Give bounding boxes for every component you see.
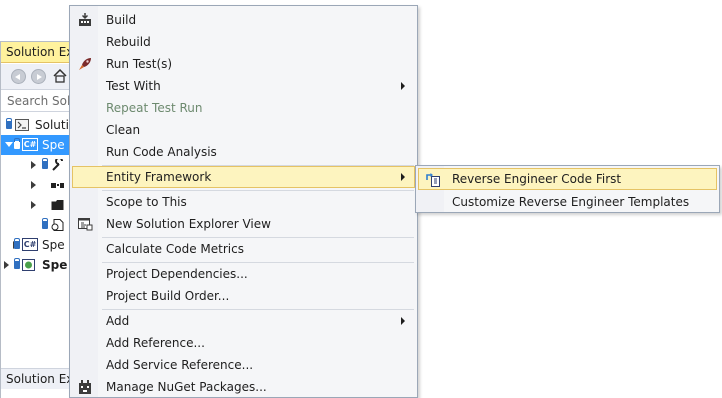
menu-item-run-tests[interactable]: Run Test(s) bbox=[72, 53, 415, 75]
menu-item-new-solution-explorer-view[interactable]: New Solution Explorer View bbox=[72, 213, 415, 235]
wrench-icon bbox=[52, 159, 63, 171]
expand-arrow-icon[interactable] bbox=[31, 161, 36, 169]
solution-explorer-tab[interactable]: Solution Exp bbox=[1, 368, 74, 389]
menu-item-add[interactable]: Add bbox=[72, 310, 415, 332]
lock-icon bbox=[14, 138, 20, 149]
lock-icon bbox=[14, 258, 20, 269]
menu-item-label: Add Reference... bbox=[106, 336, 205, 350]
menu-item-label: Reverse Engineer Code First bbox=[452, 172, 622, 186]
expand-arrow-icon[interactable] bbox=[4, 261, 9, 269]
lock-icon bbox=[6, 118, 12, 129]
menu-item-build[interactable]: Build bbox=[72, 9, 415, 31]
collapse-arrow-icon[interactable] bbox=[5, 142, 13, 147]
nuget-icon bbox=[79, 380, 91, 394]
menu-item-rebuild[interactable]: Rebuild bbox=[72, 31, 415, 53]
tree-row-project[interactable]: C# Spe bbox=[1, 235, 74, 255]
menu-item-label: Test With bbox=[106, 79, 161, 93]
menu-item-calculate-code-metrics[interactable]: Calculate Code Metrics bbox=[72, 238, 415, 260]
back-icon[interactable] bbox=[11, 69, 26, 84]
menu-item-test-with[interactable]: Test With bbox=[72, 75, 415, 97]
menu-item-label: Scope to This bbox=[106, 195, 187, 209]
config-file-icon bbox=[51, 219, 64, 231]
menu-item-add-reference[interactable]: Add Reference... bbox=[72, 332, 415, 354]
tree-row-label: Spe bbox=[42, 138, 65, 152]
menu-item-add-service-reference[interactable]: Add Service Reference... bbox=[72, 354, 415, 376]
menu-item-run-code-analysis[interactable]: Run Code Analysis bbox=[72, 141, 415, 163]
menu-item-label: Rebuild bbox=[106, 35, 151, 49]
tree-row-project-selected[interactable]: C# Spe bbox=[1, 135, 74, 155]
lock-icon bbox=[42, 158, 48, 169]
expand-arrow-icon[interactable] bbox=[31, 201, 36, 209]
csharp-project-icon: C# bbox=[22, 138, 38, 151]
submenu-arrow-icon bbox=[401, 82, 405, 90]
build-icon bbox=[79, 13, 91, 26]
solution-explorer-title[interactable]: Solution Exp bbox=[1, 42, 74, 63]
folder-icon bbox=[51, 200, 64, 210]
lock-icon bbox=[14, 238, 20, 249]
tree-row-web-project[interactable]: Spe bbox=[1, 255, 74, 275]
entity-framework-submenu: Reverse Engineer Code First Customize Re… bbox=[415, 165, 720, 213]
menu-item-manage-nuget-packages[interactable]: Manage NuGet Packages... bbox=[72, 376, 415, 398]
csharp-project-icon: C# bbox=[22, 238, 38, 251]
forward-icon[interactable] bbox=[31, 69, 46, 84]
rocket-icon bbox=[79, 58, 91, 70]
menu-item-customize-reverse-engineer-templates[interactable]: Customize Reverse Engineer Templates bbox=[418, 191, 717, 213]
tree-row-references[interactable] bbox=[1, 175, 74, 195]
menu-item-label: Customize Reverse Engineer Templates bbox=[452, 195, 690, 209]
context-menu: Build Rebuild Run Test(s) Test With Repe… bbox=[69, 5, 418, 398]
menu-item-label: Calculate Code Metrics bbox=[106, 242, 244, 256]
submenu-arrow-icon bbox=[401, 317, 405, 325]
menu-item-project-dependencies[interactable]: Project Dependencies... bbox=[72, 263, 415, 285]
menu-item-label: Repeat Test Run bbox=[106, 101, 203, 115]
solution-explorer-search-input[interactable]: Search Solu bbox=[1, 90, 74, 112]
tree-row-properties[interactable] bbox=[1, 155, 74, 175]
menu-item-label: Run Test(s) bbox=[106, 57, 173, 71]
menu-item-clean[interactable]: Clean bbox=[72, 119, 415, 141]
tree-row-config-file[interactable] bbox=[1, 215, 74, 235]
menu-item-entity-framework[interactable]: Entity Framework bbox=[72, 166, 415, 188]
menu-item-scope-to-this[interactable]: Scope to This bbox=[72, 191, 415, 213]
home-icon[interactable] bbox=[53, 69, 67, 83]
web-project-icon bbox=[22, 259, 35, 271]
tree-row-folder[interactable] bbox=[1, 195, 74, 215]
solution-explorer-panel: Solution Exp Search Solu Solution C# Spe bbox=[0, 41, 74, 398]
menu-item-label: Clean bbox=[106, 123, 141, 137]
menu-item-label: Build bbox=[106, 13, 137, 27]
solution-explorer-toolbar bbox=[1, 64, 74, 90]
expand-arrow-icon[interactable] bbox=[31, 181, 36, 189]
references-icon bbox=[51, 183, 64, 188]
tree-row-solution[interactable]: Solution bbox=[1, 115, 74, 135]
menu-item-label: Add bbox=[106, 314, 130, 328]
menu-item-label: Add Service Reference... bbox=[106, 358, 254, 372]
lock-icon bbox=[42, 218, 48, 229]
tree-row-label: Spe bbox=[42, 258, 68, 272]
menu-item-label: New Solution Explorer View bbox=[106, 217, 271, 231]
solution-icon bbox=[15, 119, 29, 131]
menu-item-label: Project Build Order... bbox=[106, 289, 230, 303]
menu-item-label: Run Code Analysis bbox=[106, 145, 217, 159]
submenu-arrow-icon bbox=[401, 173, 405, 181]
menu-item-label: Manage NuGet Packages... bbox=[106, 380, 267, 394]
menu-item-label: Project Dependencies... bbox=[106, 267, 248, 281]
menu-item-reverse-engineer-code-first[interactable]: Reverse Engineer Code First bbox=[418, 168, 717, 190]
menu-item-project-build-order[interactable]: Project Build Order... bbox=[72, 285, 415, 307]
new-view-icon bbox=[78, 218, 93, 231]
reverse-engineer-icon bbox=[426, 173, 440, 187]
menu-item-label: Entity Framework bbox=[106, 170, 212, 184]
tree-row-label: Spe bbox=[42, 238, 65, 252]
menu-item-repeat-test-run: Repeat Test Run bbox=[72, 97, 415, 119]
